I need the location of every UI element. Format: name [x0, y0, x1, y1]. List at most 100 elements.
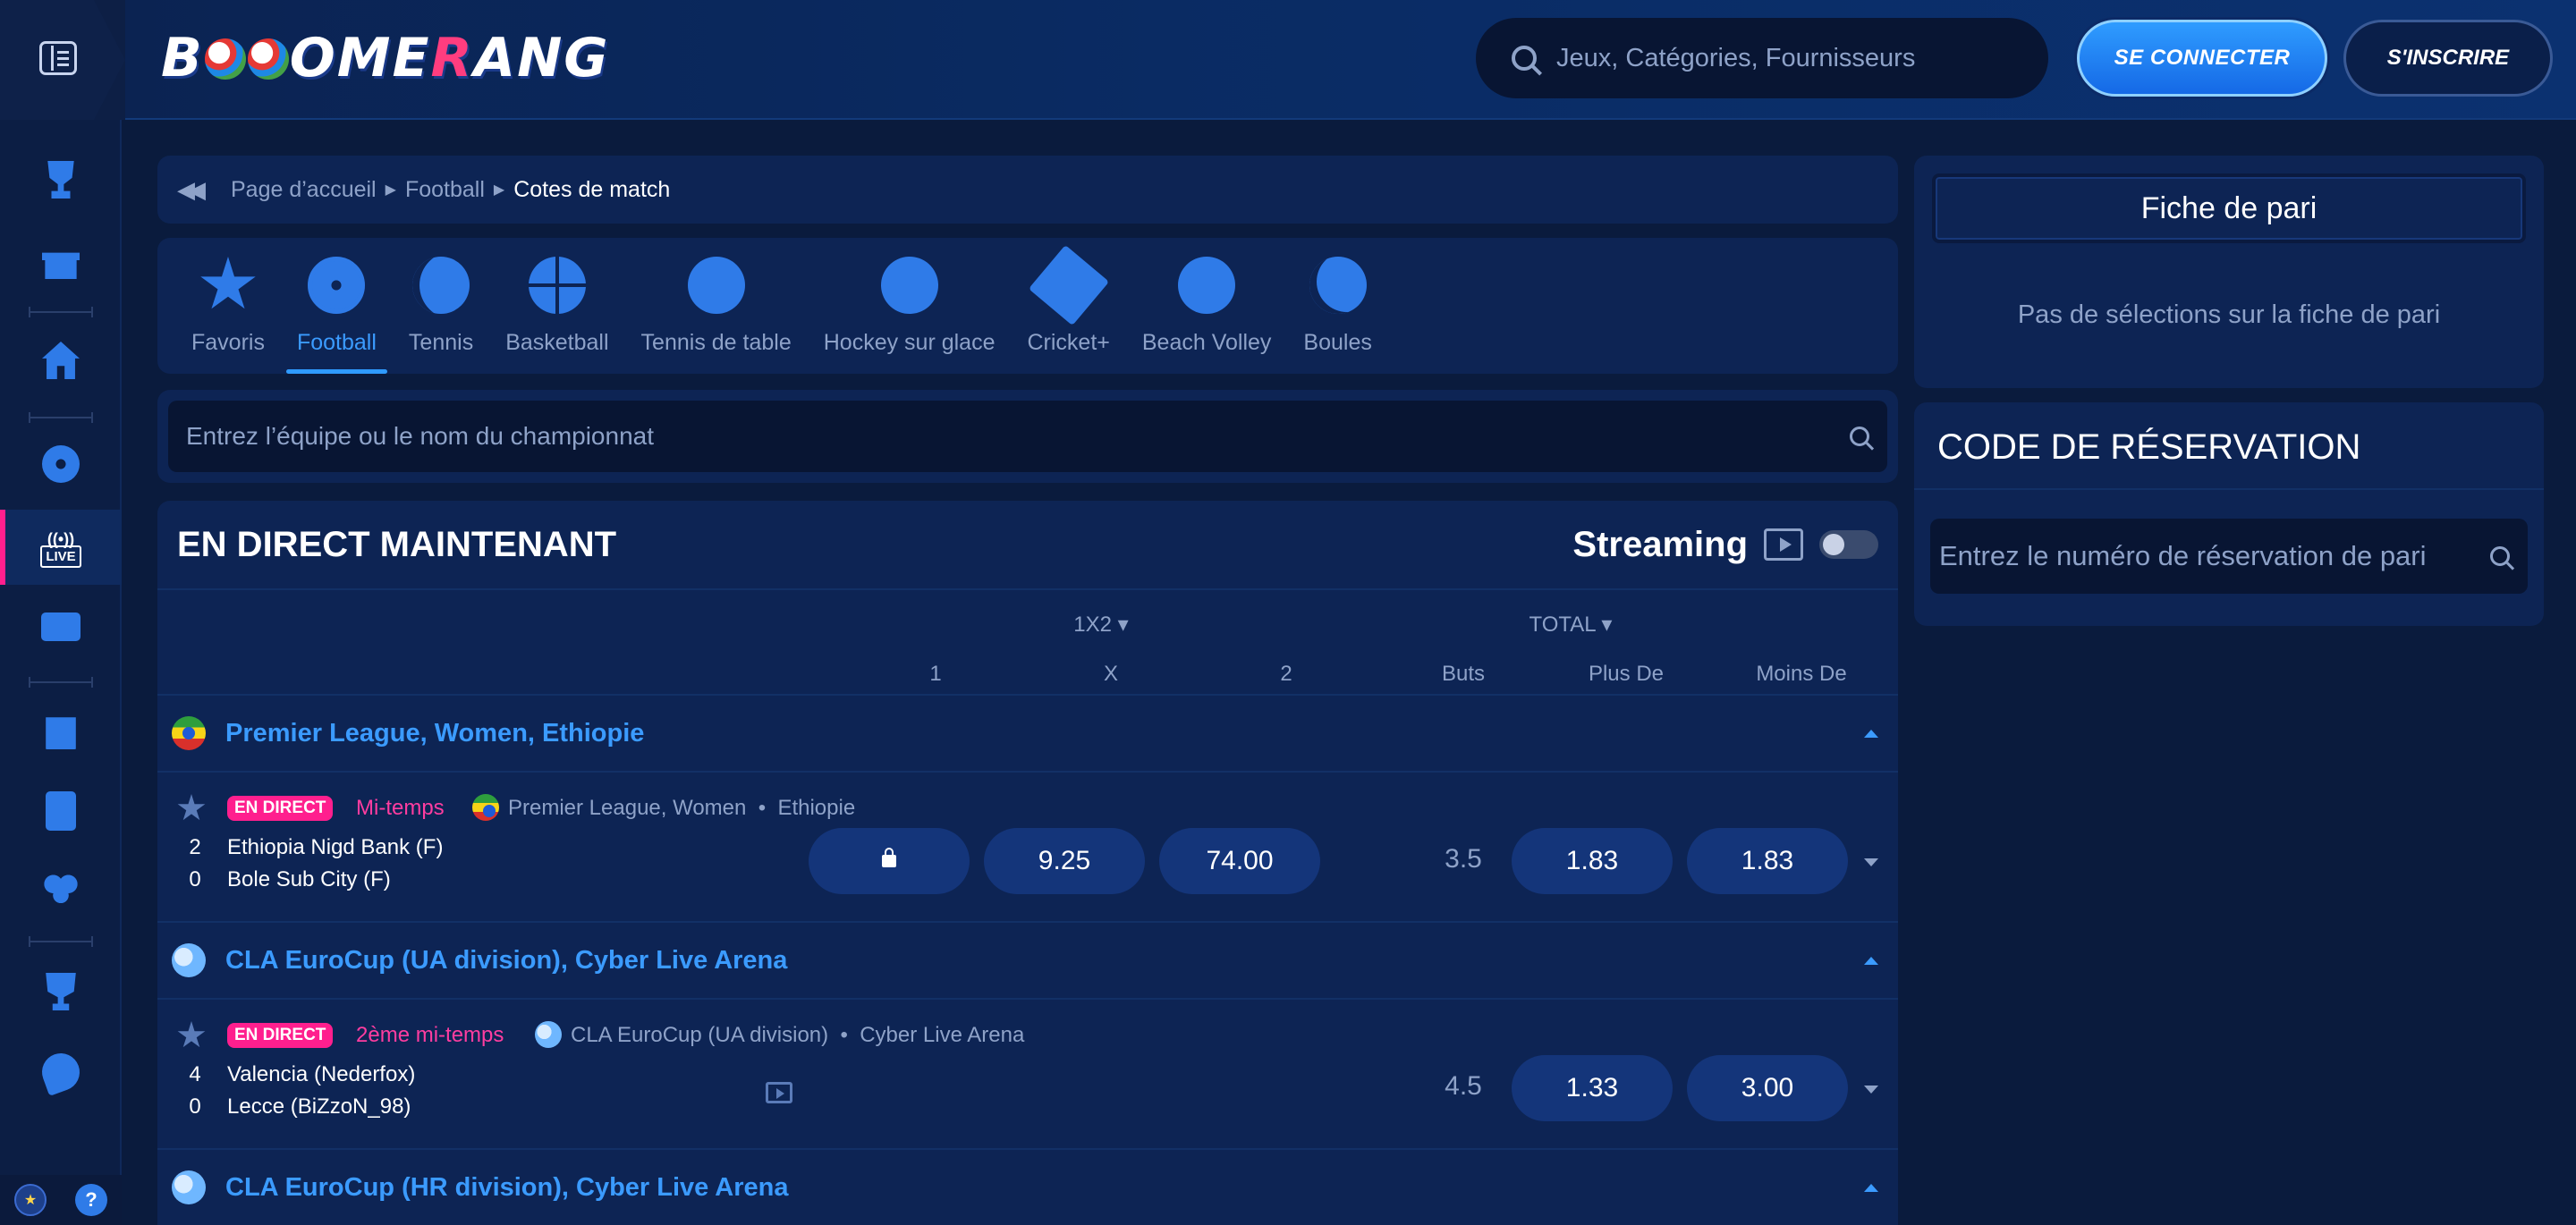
rail-item-gift[interactable]: [0, 229, 122, 291]
ethiopia-flag-icon: [172, 716, 206, 750]
rail-item-casino[interactable]: [0, 699, 122, 762]
global-search-input[interactable]: Jeux, Catégories, Fournisseurs: [1476, 18, 2048, 98]
collapse-chevron-icon[interactable]: [1864, 730, 1878, 738]
team-search-input[interactable]: Entrez l’équipe ou le nom du championnat: [168, 401, 1887, 472]
tab-label: Tennis de table: [640, 330, 792, 355]
tab-boules[interactable]: Boules: [1287, 238, 1387, 374]
rail-item-football[interactable]: [0, 433, 122, 495]
streaming-label: Streaming: [1572, 524, 1748, 564]
login-button[interactable]: SE CONNECTER: [2077, 20, 2327, 97]
tab-label: Favoris: [191, 330, 265, 355]
back-arrows-icon[interactable]: ◀◀: [177, 176, 206, 204]
booking-code-input[interactable]: Entrez le numéro de réservation de pari: [1930, 519, 2528, 594]
tab-label: Basketball: [505, 330, 609, 355]
match-status: Mi-temps: [356, 796, 445, 820]
search-icon[interactable]: [2490, 546, 2510, 566]
bet-slip-tab[interactable]: Fiche de pari: [1932, 173, 2526, 243]
live-stream-icon[interactable]: [766, 1082, 792, 1103]
tab-label: Beach Volley: [1141, 330, 1272, 355]
match-row: EN DIRECT 2ème mi-temps CLA EuroCup (UA …: [157, 1000, 1898, 1150]
brand-logo[interactable]: B OMERANG: [161, 27, 610, 89]
league-header[interactable]: CLA EuroCup (UA division), Cyber Live Ar…: [157, 923, 1898, 1000]
world-globe-icon: [535, 1021, 562, 1048]
odd-over-button[interactable]: 1.33: [1512, 1055, 1673, 1121]
league-header[interactable]: CLA EuroCup (HR division), Cyber Live Ar…: [157, 1150, 1898, 1225]
streaming-toggle[interactable]: [1819, 530, 1878, 559]
total-goals-line: 4.5: [1445, 1071, 1482, 1101]
logo-ball-icon: [204, 38, 246, 80]
rail-divider: [29, 307, 93, 317]
logo-ball-icon: [247, 38, 289, 80]
odd-under-button[interactable]: 1.83: [1687, 828, 1848, 894]
home-team[interactable]: Valencia (Nederfox): [227, 1062, 415, 1087]
breadcrumb-home[interactable]: Page d’accueil: [231, 177, 377, 203]
tab-cricket[interactable]: Cricket+: [1011, 238, 1125, 374]
favorite-star-icon[interactable]: [177, 1021, 206, 1048]
odd-under-button[interactable]: 3.00: [1687, 1055, 1848, 1121]
away-team[interactable]: Bole Sub City (F): [227, 867, 391, 892]
tab-ice-hockey[interactable]: Hockey sur glace: [808, 238, 1012, 374]
away-team[interactable]: Lecce (BiZzoN_98): [227, 1094, 411, 1119]
world-globe-icon: [172, 1170, 206, 1204]
expand-chevron-icon[interactable]: [1864, 858, 1878, 866]
league-name: CLA EuroCup (UA division), Cyber Live Ar…: [225, 945, 788, 975]
booking-code: CODE DE RÉSERVATION Entrez le numéro de …: [1914, 402, 2544, 626]
expand-chevron-icon[interactable]: [1864, 1086, 1878, 1094]
tab-label: Hockey sur glace: [823, 330, 996, 355]
search-icon[interactable]: [1850, 427, 1869, 446]
market-1x2-dropdown[interactable]: 1X2 ▾: [1052, 612, 1150, 638]
rail-item-trophy[interactable]: [0, 148, 122, 211]
sidebar-toggle-icon[interactable]: [39, 41, 77, 75]
tv-sport-icon: [41, 612, 80, 641]
away-score: 0: [189, 1094, 201, 1119]
collapse-chevron-icon[interactable]: [1864, 957, 1878, 965]
tab-label: Tennis: [408, 330, 474, 355]
tab-basketball[interactable]: Basketball: [489, 238, 624, 374]
slot-machine-icon: [46, 717, 76, 749]
register-button[interactable]: S'INSCRIRE: [2343, 20, 2553, 97]
booking-code-title: CODE DE RÉSERVATION: [1937, 427, 2361, 467]
rail-item-live[interactable]: ((•)) LIVE: [0, 510, 122, 585]
rail-divider: [29, 412, 93, 423]
rail-item-tournaments[interactable]: [0, 960, 122, 1023]
boomerang-icon: [37, 1048, 85, 1096]
language-globe-icon[interactable]: ★: [14, 1184, 47, 1216]
live-now-section: EN DIRECT MAINTENANT Streaming 1X2 ▾ TOT…: [157, 501, 1898, 1225]
search-icon: [1512, 46, 1537, 71]
tab-favoris[interactable]: Favoris: [175, 238, 281, 374]
football-icon: [42, 445, 80, 483]
match-league: Premier League, Women • Ethiopie: [508, 796, 856, 820]
help-icon[interactable]: ?: [75, 1184, 107, 1216]
tab-tennis[interactable]: Tennis: [393, 238, 489, 374]
cup-icon: [46, 973, 76, 1010]
rail-item-lottery[interactable]: [0, 858, 122, 921]
rail-item-cards[interactable]: [0, 780, 122, 842]
odd-1-locked: [809, 828, 970, 894]
match-status: 2ème mi-temps: [356, 1023, 504, 1047]
league-name: CLA EuroCup (HR division), Cyber Live Ar…: [225, 1172, 789, 1202]
odd-x-button[interactable]: 9.25: [984, 828, 1145, 894]
home-team[interactable]: Ethiopia Nigd Bank (F): [227, 835, 443, 860]
collapse-chevron-icon[interactable]: [1864, 1184, 1878, 1192]
home-score: 2: [189, 835, 201, 859]
sidebar-toggle[interactable]: [0, 0, 125, 120]
favorite-star-icon[interactable]: [177, 794, 206, 821]
rail-item-virtual-sports[interactable]: [0, 596, 122, 658]
boules-icon: [1309, 257, 1367, 314]
league-header[interactable]: Premier League, Women, Ethiopie: [157, 696, 1898, 773]
rail-item-home[interactable]: [0, 329, 122, 392]
card-icon: [46, 791, 76, 831]
market-total-dropdown[interactable]: TOTAL ▾: [1508, 612, 1633, 638]
gift-icon: [42, 252, 80, 279]
tab-football[interactable]: Football: [281, 238, 393, 374]
breadcrumb-football[interactable]: Football: [405, 177, 485, 203]
world-globe-icon: [172, 943, 206, 977]
odd-2-button[interactable]: 74.00: [1159, 828, 1320, 894]
breadcrumb-separator-icon: ▶: [385, 182, 396, 198]
football-icon: [308, 257, 366, 314]
rail-item-boomerang[interactable]: [0, 1041, 122, 1103]
odd-over-button[interactable]: 1.83: [1512, 828, 1673, 894]
cricket-icon: [1028, 244, 1109, 326]
tab-beach-volley[interactable]: Beach Volley: [1126, 238, 1288, 374]
tab-table-tennis[interactable]: Tennis de table: [625, 238, 808, 374]
